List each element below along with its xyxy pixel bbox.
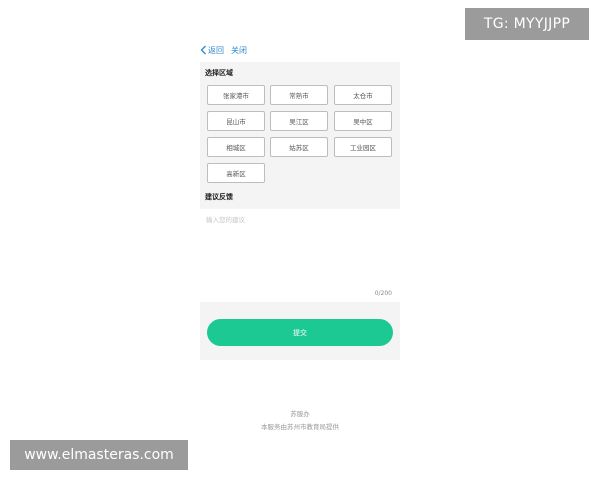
chevron-left-icon [200, 45, 206, 55]
feedback-section-title: 建议反馈 [205, 193, 233, 201]
top-nav: 返回 关闭 [200, 40, 400, 60]
district-button-gusu[interactable]: 姑苏区 [270, 137, 328, 157]
footer-service-name: 苏服办 [290, 410, 310, 418]
back-button[interactable]: 返回 [200, 45, 224, 56]
close-button[interactable]: 关闭 [231, 45, 247, 56]
district-button-taicang[interactable]: 太仓市 [334, 85, 392, 105]
district-button-wuzhong[interactable]: 吴中区 [334, 111, 392, 131]
submit-button[interactable]: 提交 [207, 319, 393, 346]
district-button-changshu[interactable]: 常熟市 [270, 85, 328, 105]
character-counter: 0/200 [374, 290, 392, 297]
watermark-top: TG: MYYJJPP [465, 8, 589, 40]
district-button-industrial-park[interactable]: 工业园区 [334, 137, 392, 157]
watermark-bottom: www.elmasteras.com [10, 440, 188, 470]
footer-provider-note: 本服务由苏州市教育局提供 [261, 423, 339, 431]
feedback-textarea[interactable] [206, 214, 392, 286]
district-button-xiangcheng[interactable]: 相城区 [207, 137, 265, 157]
district-button-kunshan[interactable]: 昆山市 [207, 111, 265, 131]
back-label: 返回 [208, 45, 224, 55]
region-section-title: 选择区域 [205, 69, 233, 77]
district-button-wujiang[interactable]: 吴江区 [270, 111, 328, 131]
district-button-zhangjiagang[interactable]: 张家港市 [207, 85, 265, 105]
district-button-new-district[interactable]: 高新区 [207, 163, 265, 183]
